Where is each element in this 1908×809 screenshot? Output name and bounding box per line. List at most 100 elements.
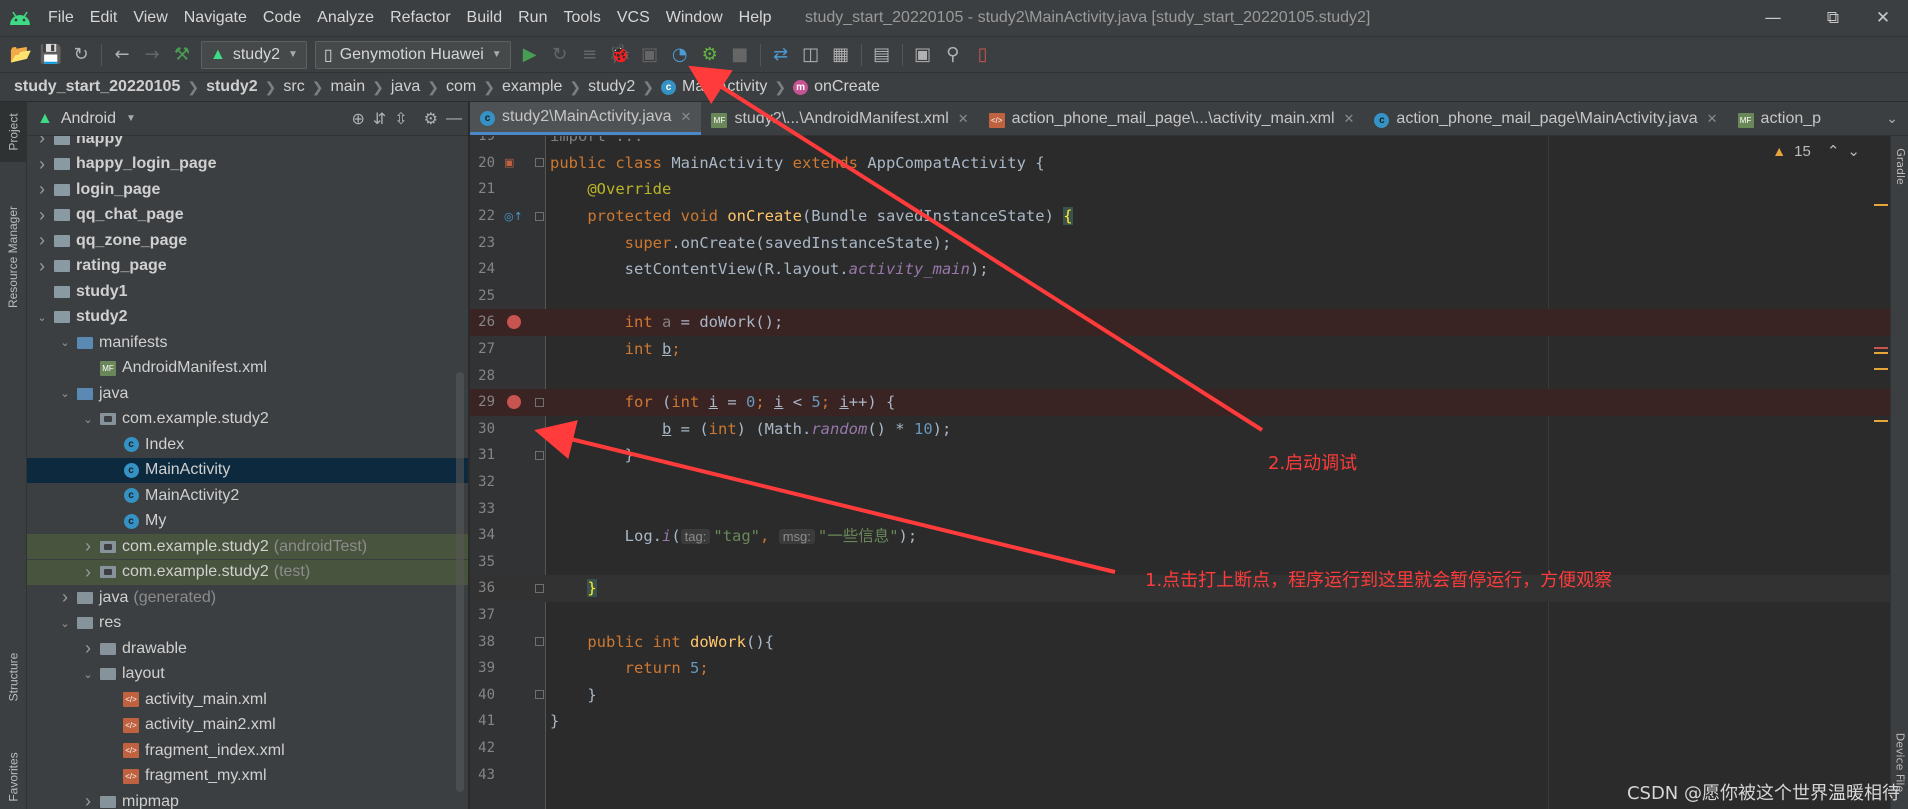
fold-marker-icon[interactable] [535, 211, 544, 221]
tree-item[interactable]: </> fragment_my.xml [27, 764, 468, 789]
menu-item-refactor[interactable]: Refactor [382, 0, 458, 36]
fold-marker-icon[interactable] [535, 637, 544, 647]
editor-tab[interactable]: c study2\MainActivity.java ✕ [470, 102, 702, 135]
code-editor[interactable]: 19 import ... 20 ▣ public class MainActivity… [470, 136, 1890, 809]
tree-item[interactable]: › com.example.study2 (test) [27, 559, 468, 585]
menu-item-code[interactable]: Code [255, 0, 309, 36]
error-stripe-mark[interactable] [1874, 368, 1888, 370]
structure-tab[interactable]: Structure [0, 632, 27, 722]
code-line[interactable]: 26 int a = doWork(); [470, 309, 1890, 336]
tree-item[interactable]: ⌄ layout [27, 662, 468, 687]
chevron-right-icon[interactable]: › [35, 154, 49, 175]
chevron-right-icon[interactable]: › [81, 791, 95, 809]
chevron-right-icon[interactable]: › [35, 179, 49, 200]
tree-item[interactable]: </> activity_main.xml [27, 687, 468, 712]
override-marker-icon[interactable]: ◎↑ [504, 210, 523, 223]
tree-item[interactable]: › drawable [27, 636, 468, 661]
menu-item-edit[interactable]: Edit [82, 0, 126, 36]
breadcrumb-item[interactable]: study2 [206, 78, 258, 96]
menu-item-view[interactable]: View [125, 0, 175, 36]
close-tab-icon[interactable]: ✕ [1344, 111, 1355, 127]
tree-item[interactable]: › mipmap [27, 789, 468, 809]
breadcrumb-item[interactable]: main [330, 78, 365, 96]
search-icon[interactable]: ⚲ [938, 40, 968, 70]
tree-item[interactable]: ⌄ study2 [27, 305, 468, 330]
code-line[interactable]: 19 import ... [470, 136, 1890, 150]
breakpoint-stripe-mark[interactable] [1874, 347, 1888, 349]
sdk-manager-icon[interactable]: ▦ [826, 40, 856, 70]
rerun-icon[interactable]: ↻ [545, 40, 575, 70]
open-folder-icon[interactable]: 📂 [6, 40, 36, 70]
breakpoint-icon[interactable] [507, 395, 521, 410]
folded-import[interactable]: import ... [550, 136, 643, 145]
code-line[interactable]: 33 [470, 495, 1890, 522]
tree-item[interactable]: › happy_login_page [27, 152, 468, 177]
back-icon[interactable]: ← [107, 40, 137, 70]
code-line[interactable]: 28 [470, 362, 1890, 389]
breadcrumb-item[interactable]: java [391, 78, 420, 96]
chevron-right-icon[interactable]: › [58, 587, 72, 608]
tree-item[interactable]: c MainActivity2 [27, 483, 468, 508]
code-line[interactable]: 25 [470, 283, 1890, 310]
breakpoint-icon[interactable] [507, 315, 521, 330]
tree-scrollbar[interactable] [456, 372, 464, 792]
chevron-down-icon[interactable]: ⌄ [1847, 142, 1860, 160]
tree-item[interactable]: ⌄ manifests [27, 330, 468, 355]
debug-icon[interactable]: 🐞 [605, 40, 635, 70]
layout-inspector-icon[interactable]: ▣ [908, 40, 938, 70]
breadcrumb-item[interactable]: com [446, 78, 476, 96]
tree-item[interactable]: › rating_page [27, 254, 468, 279]
tree-item[interactable]: › com.example.study2 (androidTest) [27, 534, 468, 559]
tree-item[interactable]: c Index [27, 432, 468, 457]
profiler-icon[interactable]: ◔ [665, 40, 695, 70]
close-tab-icon[interactable]: ✕ [1707, 111, 1718, 127]
menu-item-navigate[interactable]: Navigate [176, 0, 255, 36]
tree-item[interactable]: › qq_zone_page [27, 228, 468, 253]
device-dropdown[interactable]: ▯ Genymotion Huawei ▼ [314, 40, 511, 69]
code-line[interactable]: 22 ◎↑ protected void onCreate(Bundle save… [470, 203, 1890, 230]
chevron-right-icon[interactable]: › [35, 136, 49, 149]
fold-marker-icon[interactable] [535, 450, 544, 460]
tree-item[interactable]: › qq_chat_page [27, 203, 468, 228]
code-line[interactable]: 27 int b; [470, 336, 1890, 363]
code-line[interactable]: 29 for (int i = 0; i < 5; i++) { [470, 389, 1890, 416]
chevron-down-icon[interactable]: ⌄ [58, 387, 72, 400]
chevron-right-icon[interactable]: › [35, 230, 49, 251]
chevron-right-icon[interactable]: › [35, 256, 49, 277]
tree-item[interactable]: </> fragment_index.xml [27, 738, 468, 763]
chevron-down-icon[interactable]: ⌄ [35, 311, 49, 324]
menu-item-build[interactable]: Build [459, 0, 511, 36]
code-line[interactable]: 30 b = (int) (Math.random() * 10); [470, 416, 1890, 443]
close-tab-icon[interactable]: ✕ [681, 109, 692, 125]
chevron-down-icon[interactable]: ▼ [126, 113, 136, 124]
error-stripe-mark[interactable] [1874, 420, 1888, 422]
editor-tab[interactable]: c action_phone_mail_page\MainActivity.jav… [1364, 102, 1727, 135]
attach-debugger-icon[interactable]: ▣ [635, 40, 665, 70]
breadcrumb-item[interactable]: MainActivity [682, 78, 767, 96]
sync-icon[interactable]: ↻ [66, 40, 96, 70]
close-tab-icon[interactable]: ✕ [958, 111, 969, 127]
fold-marker-icon[interactable] [535, 397, 544, 407]
tree-item[interactable]: MF AndroidManifest.xml [27, 356, 468, 381]
expand-all-icon[interactable]: ⇵ [373, 109, 386, 129]
save-all-icon[interactable]: 💾 [36, 40, 66, 70]
resource-manager-tab[interactable]: Resource Manager [0, 172, 27, 342]
tree-item[interactable]: › java (generated) [27, 585, 468, 610]
code-line[interactable]: 42 [470, 735, 1890, 762]
code-line[interactable]: 24 setContentView(R.layout.activity_main… [470, 256, 1890, 283]
chevron-right-icon[interactable]: › [35, 205, 49, 226]
attach-process-icon[interactable]: ⚙ [695, 40, 725, 70]
code-line[interactable]: 34 Log.i(tag: "tag", msg: "一些信息"); [470, 522, 1890, 549]
editor-tab[interactable]: MF action_p [1728, 102, 1832, 135]
forward-icon[interactable]: → [137, 40, 167, 70]
code-line[interactable]: 39 return 5; [470, 655, 1890, 682]
run-icon[interactable]: ▶ [515, 40, 545, 70]
hide-panel-icon[interactable]: — [446, 110, 462, 128]
sync-gradle-icon[interactable]: ⇄ [766, 40, 796, 70]
tree-item[interactable]: study1 [27, 279, 468, 304]
inspection-widget[interactable]: ▲ 15 ⌃ ⌄ [1772, 142, 1860, 161]
menu-item-help[interactable]: Help [731, 0, 780, 36]
favorites-tab[interactable]: Favorites [0, 742, 27, 809]
chevron-right-icon[interactable]: › [81, 536, 95, 557]
project-view-dropdown[interactable]: Android [61, 110, 116, 128]
